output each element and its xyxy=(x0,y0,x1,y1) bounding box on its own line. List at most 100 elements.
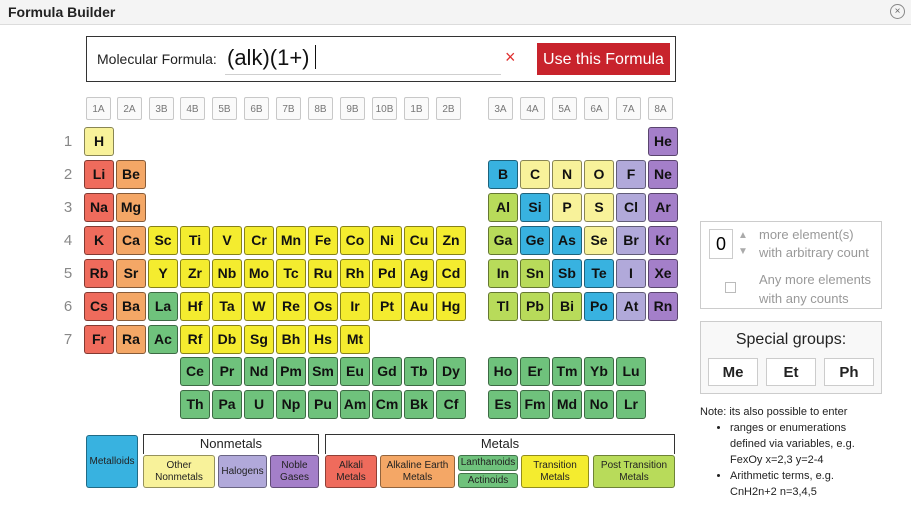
element-db[interactable]: Db xyxy=(212,325,242,354)
element-rb[interactable]: Rb xyxy=(84,259,114,288)
element-yb[interactable]: Yb xyxy=(584,357,614,386)
element-y[interactable]: Y xyxy=(148,259,178,288)
element-nb[interactable]: Nb xyxy=(212,259,242,288)
element-re[interactable]: Re xyxy=(276,292,306,321)
element-w[interactable]: W xyxy=(244,292,274,321)
element-zn[interactable]: Zn xyxy=(436,226,466,255)
element-ru[interactable]: Ru xyxy=(308,259,338,288)
legend-alkali-metals[interactable]: Alkali Metals xyxy=(325,455,377,488)
element-i[interactable]: I xyxy=(616,259,646,288)
element-te[interactable]: Te xyxy=(584,259,614,288)
element-o[interactable]: O xyxy=(584,160,614,189)
element-er[interactable]: Er xyxy=(520,357,550,386)
element-k[interactable]: K xyxy=(84,226,114,255)
legend-post-transition-metals[interactable]: Post Transition Metals xyxy=(593,455,675,488)
element-rn[interactable]: Rn xyxy=(648,292,678,321)
element-li[interactable]: Li xyxy=(84,160,114,189)
element-b[interactable]: B xyxy=(488,160,518,189)
element-be[interactable]: Be xyxy=(116,160,146,189)
legend-alkaline-earth-metals[interactable]: Alkaline Earth Metals xyxy=(380,455,455,488)
element-sg[interactable]: Sg xyxy=(244,325,274,354)
element-lr[interactable]: Lr xyxy=(616,390,646,419)
legend-actinoids[interactable]: Actinoids xyxy=(458,473,518,488)
element-gd[interactable]: Gd xyxy=(372,357,402,386)
element-na[interactable]: Na xyxy=(84,193,114,222)
element-h[interactable]: H xyxy=(84,127,114,156)
arrow-up-icon[interactable]: ▲ xyxy=(738,230,748,241)
element-ga[interactable]: Ga xyxy=(488,226,518,255)
any-elements-checkbox[interactable] xyxy=(725,282,736,293)
element-hg[interactable]: Hg xyxy=(436,292,466,321)
element-ce[interactable]: Ce xyxy=(180,357,210,386)
element-cd[interactable]: Cd xyxy=(436,259,466,288)
element-mt[interactable]: Mt xyxy=(340,325,370,354)
close-icon[interactable]: × xyxy=(890,4,905,19)
element-in[interactable]: In xyxy=(488,259,518,288)
element-au[interactable]: Au xyxy=(404,292,434,321)
element-v[interactable]: V xyxy=(212,226,242,255)
element-hs[interactable]: Hs xyxy=(308,325,338,354)
element-cm[interactable]: Cm xyxy=(372,390,402,419)
element-p[interactable]: P xyxy=(552,193,582,222)
element-nd[interactable]: Nd xyxy=(244,357,274,386)
element-sn[interactable]: Sn xyxy=(520,259,550,288)
element-hf[interactable]: Hf xyxy=(180,292,210,321)
special-group-ph-button[interactable]: Ph xyxy=(824,358,874,386)
element-ca[interactable]: Ca xyxy=(116,226,146,255)
element-la[interactable]: La xyxy=(148,292,178,321)
element-np[interactable]: Np xyxy=(276,390,306,419)
element-br[interactable]: Br xyxy=(616,226,646,255)
element-at[interactable]: At xyxy=(616,292,646,321)
special-group-me-button[interactable]: Me xyxy=(708,358,758,386)
element-po[interactable]: Po xyxy=(584,292,614,321)
element-bk[interactable]: Bk xyxy=(404,390,434,419)
element-tm[interactable]: Tm xyxy=(552,357,582,386)
element-th[interactable]: Th xyxy=(180,390,210,419)
element-dy[interactable]: Dy xyxy=(436,357,466,386)
element-eu[interactable]: Eu xyxy=(340,357,370,386)
element-ni[interactable]: Ni xyxy=(372,226,402,255)
formula-input[interactable] xyxy=(225,42,501,75)
element-fm[interactable]: Fm xyxy=(520,390,550,419)
clear-icon[interactable]: × xyxy=(505,47,516,68)
element-no[interactable]: No xyxy=(584,390,614,419)
element-fr[interactable]: Fr xyxy=(84,325,114,354)
element-ge[interactable]: Ge xyxy=(520,226,550,255)
element-cs[interactable]: Cs xyxy=(84,292,114,321)
legend-halogens[interactable]: Halogens xyxy=(218,455,267,488)
element-lu[interactable]: Lu xyxy=(616,357,646,386)
legend-noble-gases[interactable]: Noble Gases xyxy=(270,455,319,488)
element-sr[interactable]: Sr xyxy=(116,259,146,288)
element-bi[interactable]: Bi xyxy=(552,292,582,321)
element-f[interactable]: F xyxy=(616,160,646,189)
element-os[interactable]: Os xyxy=(308,292,338,321)
element-ir[interactable]: Ir xyxy=(340,292,370,321)
element-se[interactable]: Se xyxy=(584,226,614,255)
element-pa[interactable]: Pa xyxy=(212,390,242,419)
use-formula-button[interactable]: Use this Formula xyxy=(537,43,670,75)
element-ac[interactable]: Ac xyxy=(148,325,178,354)
element-zr[interactable]: Zr xyxy=(180,259,210,288)
element-as[interactable]: As xyxy=(552,226,582,255)
legend-transition-metals[interactable]: Transition Metals xyxy=(521,455,589,488)
element-md[interactable]: Md xyxy=(552,390,582,419)
element-bh[interactable]: Bh xyxy=(276,325,306,354)
element-ta[interactable]: Ta xyxy=(212,292,242,321)
element-xe[interactable]: Xe xyxy=(648,259,678,288)
element-sc[interactable]: Sc xyxy=(148,226,178,255)
element-sm[interactable]: Sm xyxy=(308,357,338,386)
element-cl[interactable]: Cl xyxy=(616,193,646,222)
element-si[interactable]: Si xyxy=(520,193,550,222)
element-tc[interactable]: Tc xyxy=(276,259,306,288)
element-mo[interactable]: Mo xyxy=(244,259,274,288)
element-count-input[interactable] xyxy=(709,229,733,259)
element-tl[interactable]: Tl xyxy=(488,292,518,321)
element-ar[interactable]: Ar xyxy=(648,193,678,222)
element-u[interactable]: U xyxy=(244,390,274,419)
element-pu[interactable]: Pu xyxy=(308,390,338,419)
element-mn[interactable]: Mn xyxy=(276,226,306,255)
special-group-et-button[interactable]: Et xyxy=(766,358,816,386)
element-mg[interactable]: Mg xyxy=(116,193,146,222)
element-pt[interactable]: Pt xyxy=(372,292,402,321)
element-ho[interactable]: Ho xyxy=(488,357,518,386)
